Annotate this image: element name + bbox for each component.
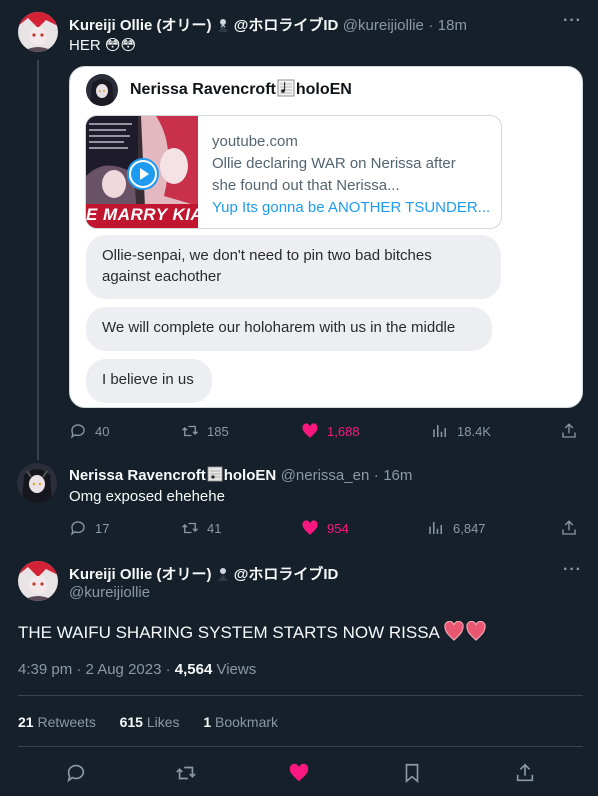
reply-button[interactable]: 17 — [69, 519, 109, 537]
tweet-header: Kureiji Ollie (オリー) @ホロライブID @kureijioll… — [69, 17, 467, 34]
quoted-tweet-card[interactable]: Nerissa Ravencroft holoEN E MARRY KIAR — [69, 66, 583, 408]
share-icon — [562, 520, 576, 535]
video-thumbnail[interactable]: E MARRY KIAR — [86, 116, 198, 228]
views-button[interactable]: 6,847 — [427, 519, 486, 537]
display-name[interactable]: Kureiji Ollie (オリー) — [69, 566, 216, 583]
play-icon[interactable] — [127, 158, 159, 190]
affiliate-badge-icon — [216, 18, 230, 32]
share-icon — [562, 423, 576, 438]
like-button[interactable]: 954 — [301, 519, 349, 537]
thumbnail-caption: E MARRY KIAR — [86, 205, 198, 224]
chat-bubble: I believe in us — [86, 359, 212, 403]
thread-line — [37, 60, 39, 460]
views-label: Views — [212, 661, 257, 678]
retweet-button[interactable]: 41 — [181, 519, 221, 537]
reply-icon — [70, 424, 85, 439]
link-title-line-2: she found out that Nerissa... — [212, 177, 400, 194]
retweet-count: 41 — [207, 520, 222, 536]
handle[interactable]: @kureijiollie — [69, 584, 150, 601]
timestamp-date[interactable]: 4:39 pm · 2 Aug 2023 · — [18, 661, 175, 678]
timestamp[interactable]: 16m — [383, 467, 412, 484]
reply-button[interactable] — [65, 762, 87, 784]
retweet-icon — [176, 766, 196, 780]
divider — [18, 746, 583, 747]
flushed-emoji: 😳😳 — [104, 37, 137, 54]
bookmark-icon — [405, 763, 419, 784]
more-options-icon[interactable]: ··· — [563, 12, 582, 30]
org-label[interactable]: @ホロライブID — [234, 17, 339, 34]
reply-count: 17 — [95, 520, 110, 536]
link-title-line-1: Ollie declaring WAR on Nerissa after — [212, 155, 456, 172]
avatar-nerissa[interactable] — [17, 463, 57, 503]
link-details: youtube.com Ollie declaring WAR on Neris… — [212, 131, 490, 219]
bookmark-button[interactable] — [401, 762, 423, 784]
heart-filled-icon — [289, 763, 309, 782]
like-count: 1,688 — [327, 423, 360, 439]
timestamp[interactable]: 18m — [438, 17, 467, 34]
reply-count: 40 — [95, 423, 110, 439]
music-sheet-icon — [277, 79, 295, 97]
heart-emoji-icon — [444, 620, 488, 646]
like-count: 954 — [327, 520, 349, 536]
org-label[interactable]: @ホロライブID — [234, 566, 339, 583]
view-count: 18.4K — [457, 423, 491, 439]
reply-icon — [67, 764, 85, 783]
affiliate-badge-icon — [216, 567, 230, 581]
retweet-button[interactable]: 185 — [181, 422, 229, 440]
display-name[interactable]: Nerissa Ravencroft holoEN — [69, 466, 276, 484]
retweet-icon — [182, 425, 198, 437]
analytics-icon — [429, 522, 442, 534]
share-icon — [516, 763, 534, 782]
like-button[interactable] — [288, 762, 310, 784]
chat-bubble: We will complete our holoharem with us i… — [86, 307, 492, 351]
like-button[interactable]: 1,688 — [301, 422, 360, 440]
reply-button[interactable]: 40 — [69, 422, 109, 440]
share-button[interactable] — [560, 422, 578, 440]
quoted-author: Nerissa Ravencroft holoEN — [130, 79, 352, 98]
views-button[interactable]: 18.4K — [431, 422, 491, 440]
display-name[interactable]: Kureiji Ollie (オリー) — [69, 17, 216, 34]
divider — [18, 695, 583, 696]
share-button[interactable] — [560, 519, 578, 537]
retweet-count: 185 — [207, 423, 229, 439]
handle[interactable]: @nerissa_en — [281, 467, 370, 484]
retweet-icon — [182, 522, 198, 534]
tweet-meta: 4:39 pm · 2 Aug 2023 · 4,564 Views — [18, 661, 256, 678]
chat-bubble: Ollie-senpai, we don't need to pin two b… — [86, 235, 501, 299]
main-tweet-text: THE WAIFU SHARING SYSTEM STARTS NOW RISS… — [18, 620, 488, 646]
tweet-text: Omg exposed ehehehe — [69, 488, 225, 505]
link-domain: youtube.com — [212, 133, 298, 150]
bookmarks-stat[interactable]: 1 Bookmark — [203, 714, 278, 730]
link-preview-card[interactable]: E MARRY KIAR youtube.com Ollie declaring… — [85, 115, 502, 229]
reply-icon — [70, 521, 85, 536]
heart-filled-icon — [302, 520, 318, 535]
tweet-header: Kureiji Ollie (オリー) @ホロライブID — [69, 563, 338, 584]
avatar-ollie[interactable] — [18, 561, 58, 601]
avatar-nerissa — [86, 74, 118, 106]
handle[interactable]: @kureijiollie — [343, 17, 424, 34]
more-options-icon[interactable]: ··· — [563, 561, 582, 579]
tweet-text: HER 😳😳 — [69, 37, 137, 54]
engagement-stats: 21 Retweets 615 Likes 1 Bookmark — [18, 714, 278, 730]
avatar-ollie[interactable] — [18, 12, 58, 52]
likes-stat[interactable]: 615 Likes — [120, 714, 180, 730]
views-count: 4,564 — [174, 661, 213, 678]
music-sheet-icon — [207, 466, 223, 482]
link-description: Yup Its gonna be ANOTHER TSUNDER... — [212, 199, 491, 216]
share-button[interactable] — [514, 762, 536, 784]
heart-filled-icon — [302, 423, 318, 438]
tweet-header: Nerissa Ravencroft holoEN @nerissa_en · … — [69, 466, 413, 484]
analytics-icon — [433, 425, 446, 437]
view-count: 6,847 — [453, 520, 486, 536]
retweets-stat[interactable]: 21 Retweets — [18, 714, 96, 730]
retweet-button[interactable] — [175, 762, 197, 784]
